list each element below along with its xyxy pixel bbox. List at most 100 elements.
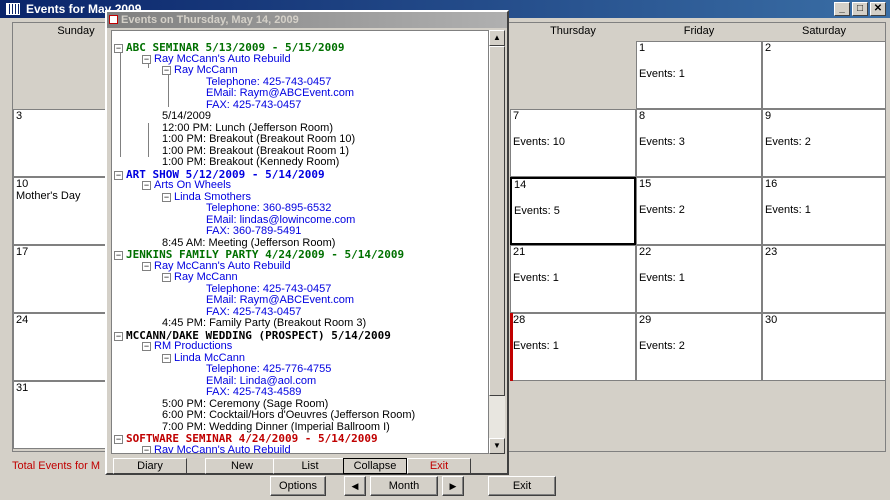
exit-button[interactable]: Exit bbox=[488, 476, 556, 496]
day-number: 15 bbox=[639, 178, 652, 190]
next-month-button[interactable]: ▶ bbox=[442, 476, 464, 496]
scroll-down-icon[interactable]: ▼ bbox=[489, 438, 505, 454]
day-cell[interactable]: 8 Events: 3 bbox=[636, 109, 762, 177]
day-cell[interactable]: 1 Events: 1 bbox=[636, 41, 762, 109]
tree-company[interactable]: − Arts On Wheels bbox=[142, 180, 231, 191]
day-number: 30 bbox=[765, 314, 778, 326]
diary-button[interactable]: Diary bbox=[113, 458, 187, 474]
collapse-box-icon[interactable]: − bbox=[162, 272, 171, 282]
tree-company[interactable]: − Ray McCann's Auto Rebuild bbox=[142, 445, 291, 453]
collapse-box-icon[interactable]: − bbox=[162, 65, 171, 75]
tree-fax[interactable]: FAX: 360-789-5491 bbox=[206, 226, 301, 237]
tree-fax[interactable]: FAX: 425-743-0457 bbox=[206, 100, 301, 111]
tree-email[interactable]: EMail: Raym@ABCEvent.com bbox=[206, 88, 354, 99]
day-header-saturday: Saturday bbox=[801, 25, 847, 37]
collapse-box-icon[interactable]: − bbox=[114, 170, 123, 180]
day-cell[interactable]: 30 bbox=[762, 313, 886, 381]
event-count: Events: 5 bbox=[514, 205, 560, 217]
tree-session[interactable]: 1:00 PM: Breakout (Breakout Room 10) bbox=[162, 134, 355, 145]
events-tree[interactable]: − ABC SEMINAR 5/13/2009 - 5/15/2009 − Ray … bbox=[111, 30, 489, 454]
collapse-box-icon[interactable]: − bbox=[142, 54, 151, 64]
tree-scrollbar[interactable]: ▲ ▼ bbox=[489, 30, 505, 454]
day-number: 31 bbox=[16, 382, 29, 394]
collapse-button[interactable]: Collapse bbox=[343, 458, 407, 474]
maximize-button[interactable]: □ bbox=[852, 2, 868, 16]
collapse-box-icon[interactable]: − bbox=[114, 43, 123, 53]
tree-email[interactable]: EMail: Raym@ABCEvent.com bbox=[206, 295, 354, 306]
list-button[interactable]: List bbox=[273, 458, 347, 474]
day-number: 2 bbox=[765, 42, 772, 54]
tree-session[interactable]: 6:00 PM: Cocktail/Hors d'Oeuvres (Jeffer… bbox=[162, 410, 415, 421]
collapse-box-icon[interactable]: − bbox=[142, 180, 151, 190]
collapse-box-icon[interactable]: − bbox=[142, 341, 151, 351]
day-number: 14 bbox=[514, 179, 527, 191]
day-number: 28 bbox=[513, 314, 526, 326]
day-cell[interactable]: 15 Events: 2 bbox=[636, 177, 762, 245]
collapse-box-icon[interactable]: − bbox=[114, 434, 123, 444]
day-cell[interactable]: 21 Events: 1 bbox=[510, 245, 636, 313]
day-number: 10 bbox=[16, 178, 29, 190]
day-cell[interactable]: 16 Events: 1 bbox=[762, 177, 886, 245]
day-cell[interactable]: 22 Events: 1 bbox=[636, 245, 762, 313]
event-count: Events: 2 bbox=[639, 340, 685, 352]
collapse-box-icon[interactable]: − bbox=[114, 331, 123, 341]
tree-session[interactable]: 4:45 PM: Family Party (Breakout Room 3) bbox=[162, 318, 366, 329]
calendar-app-icon bbox=[6, 3, 20, 15]
month-button[interactable]: Month bbox=[370, 476, 438, 496]
close-button[interactable]: ✕ bbox=[870, 2, 886, 16]
tree-company[interactable]: − RM Productions bbox=[142, 341, 232, 352]
window-controls: _ □ ✕ bbox=[834, 2, 886, 16]
day-number: 16 bbox=[765, 178, 778, 190]
day-cell[interactable]: 29 Events: 2 bbox=[636, 313, 762, 381]
day-cell[interactable]: 28 Events: 1 bbox=[510, 313, 636, 381]
day-number: 22 bbox=[639, 246, 652, 258]
day-cell[interactable]: 9 Events: 2 bbox=[762, 109, 886, 177]
new-button[interactable]: New bbox=[205, 458, 279, 474]
options-button[interactable]: Options bbox=[270, 476, 326, 496]
today-marker bbox=[510, 313, 513, 381]
scroll-thumb[interactable] bbox=[489, 46, 505, 396]
tree-contact[interactable]: − Ray McCann bbox=[162, 65, 238, 76]
dialog-titlebar[interactable]: Events on Thursday, May 14, 2009 bbox=[107, 12, 507, 28]
day-cell[interactable]: 2 bbox=[762, 41, 886, 109]
tree-date[interactable]: 5/14/2009 bbox=[162, 111, 211, 122]
day-number: 24 bbox=[16, 314, 29, 326]
collapse-box-icon[interactable]: − bbox=[142, 445, 151, 453]
event-count: Events: 3 bbox=[639, 136, 685, 148]
collapse-box-icon[interactable]: − bbox=[162, 192, 171, 202]
collapse-box-icon[interactable]: − bbox=[114, 250, 123, 260]
day-number: 8 bbox=[639, 110, 646, 122]
day-cell[interactable]: 23 bbox=[762, 245, 886, 313]
event-count: Events: 1 bbox=[639, 272, 685, 284]
event-count: Events: 2 bbox=[639, 204, 685, 216]
event-count: Events: 1 bbox=[513, 272, 559, 284]
event-count: Events: 1 bbox=[639, 68, 685, 80]
collapse-box-icon[interactable]: − bbox=[142, 261, 151, 271]
prev-month-button[interactable]: ◀ bbox=[344, 476, 366, 496]
tree-phone[interactable]: Telephone: 360-895-6532 bbox=[206, 203, 331, 214]
total-events-label: Total Events for M bbox=[12, 460, 101, 472]
day-cell-selected[interactable]: 14 Events: 5 bbox=[510, 177, 636, 245]
holiday-label: Mother's Day bbox=[16, 190, 81, 202]
tree-phone[interactable]: Telephone: 425-776-4755 bbox=[206, 364, 331, 375]
day-cell[interactable]: 7 Events: 10 bbox=[510, 109, 636, 177]
day-header-friday: Friday bbox=[683, 25, 715, 37]
dialog-exit-button[interactable]: Exit bbox=[407, 458, 471, 474]
minimize-button[interactable]: _ bbox=[834, 2, 850, 16]
day-number: 1 bbox=[639, 42, 646, 54]
event-count: Events: 2 bbox=[765, 136, 811, 148]
tree-fax[interactable]: FAX: 425-743-4589 bbox=[206, 387, 301, 398]
dialog-icon bbox=[109, 15, 118, 24]
scroll-up-icon[interactable]: ▲ bbox=[489, 30, 505, 46]
event-count: Events: 1 bbox=[513, 340, 559, 352]
tree-session[interactable]: 1:00 PM: Breakout (Kennedy Room) bbox=[162, 157, 339, 168]
day-number: 21 bbox=[513, 246, 526, 258]
tree-line bbox=[120, 45, 121, 157]
collapse-box-icon[interactable]: − bbox=[162, 353, 171, 363]
dialog-title: Events on Thursday, May 14, 2009 bbox=[121, 14, 299, 26]
day-number: 7 bbox=[513, 110, 520, 122]
day-number: 17 bbox=[16, 246, 29, 258]
day-number: 23 bbox=[765, 246, 778, 258]
tree-contact[interactable]: − Ray McCann bbox=[162, 272, 238, 283]
tree-line bbox=[148, 123, 149, 157]
